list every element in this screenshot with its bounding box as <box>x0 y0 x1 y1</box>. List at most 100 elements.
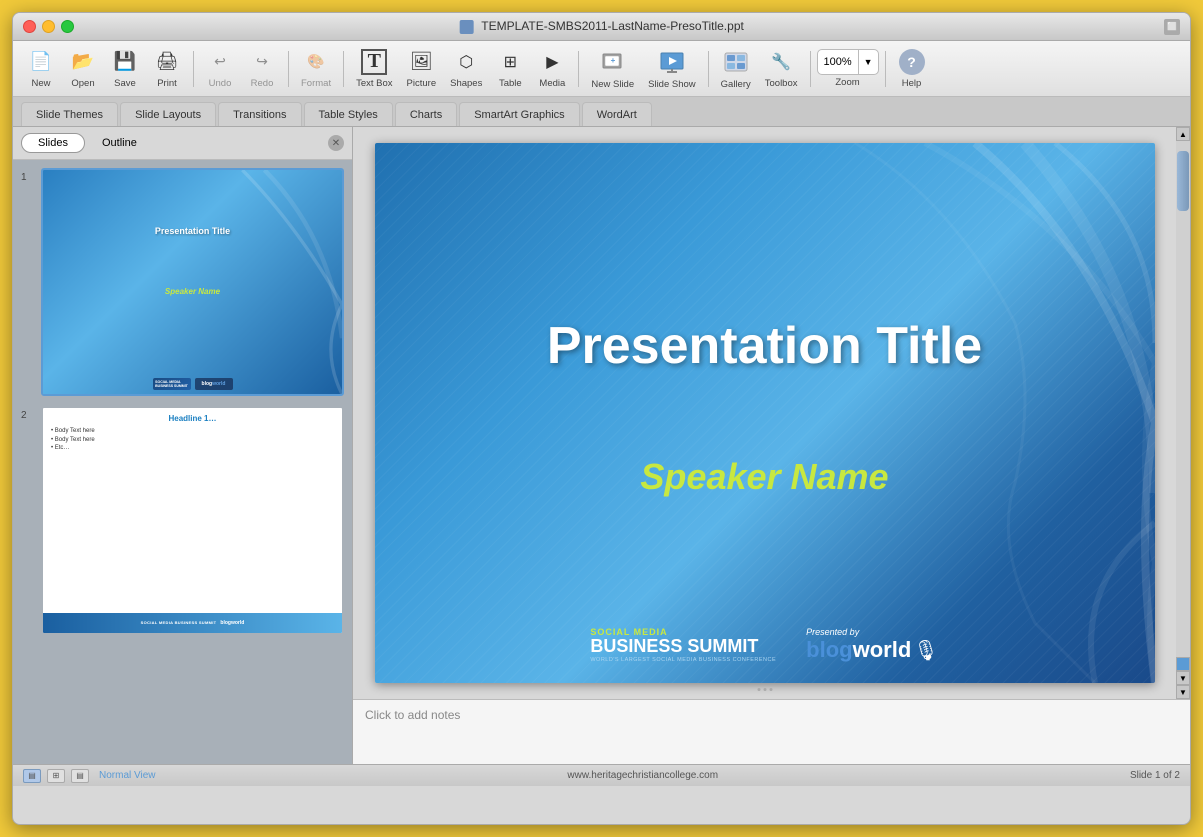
notes-area[interactable]: Click to add notes <box>353 699 1190 764</box>
tab-slide-layouts[interactable]: Slide Layouts <box>120 102 216 126</box>
status-bar: ▤ ⊞ ▤ Normal View www.heritagechristianc… <box>13 764 1190 786</box>
window-title-text: TEMPLATE-SMBS2011-LastName-PresoTitle.pp… <box>481 19 744 33</box>
slide-scrollbar-v[interactable]: ▲ ▼ ▼ <box>1176 127 1190 699</box>
gallery-button[interactable]: Gallery <box>715 45 757 93</box>
zoom-dropdown-arrow[interactable]: ▼ <box>859 50 878 74</box>
slide-thumbnail-2[interactable]: Headline 1… • Body Text here • Body Text… <box>41 406 344 634</box>
tab-wordart[interactable]: WordArt <box>582 102 652 126</box>
help-label: Help <box>902 78 922 89</box>
scroll-thumb[interactable] <box>1177 151 1189 211</box>
notes-placeholder: Click to add notes <box>365 708 460 722</box>
gallery-label: Gallery <box>721 79 751 90</box>
textbox-button[interactable]: T Text Box <box>350 45 398 93</box>
slide2-thumb-footer: SOCIAL MEDIA BUSINESS SUMMIT blogworld <box>43 613 342 633</box>
toolbar-sep-5 <box>708 51 709 87</box>
slide-speaker-name[interactable]: Speaker Name <box>640 456 888 498</box>
tab-charts[interactable]: Charts <box>395 102 457 126</box>
tab-slides[interactable]: Slides <box>21 133 85 153</box>
zoom-control[interactable]: 100% ▼ <box>817 49 879 75</box>
filmstrip-view-button[interactable]: ▤ <box>71 769 89 783</box>
blogworld-mic-icon: 🎙 <box>913 638 938 663</box>
shapes-button[interactable]: ⬡ Shapes <box>444 45 488 93</box>
redo-button[interactable]: ↪ Redo <box>242 45 282 93</box>
close-panel-button[interactable]: ✕ <box>328 135 344 151</box>
slide-thumb-1: 1 Presentation Title Speaker Name <box>21 168 344 396</box>
tab-smartart[interactable]: SmartArt Graphics <box>459 102 579 126</box>
scroll-down-arrow-3[interactable]: ▼ <box>1176 685 1190 699</box>
slide2-thumb-body: • Body Text here • Body Text here • Etc… <box>43 423 342 456</box>
zoom-group: 100% ▼ Zoom <box>817 49 879 88</box>
help-button[interactable]: ? Help <box>892 45 932 93</box>
new-button[interactable]: 📄 New <box>21 45 61 93</box>
zoom-label: Zoom <box>835 77 859 88</box>
open-button[interactable]: 📂 Open <box>63 45 103 93</box>
slide1-background: Presentation Title Speaker Name SOCIAL M… <box>43 170 342 394</box>
slide-canvas-and-scroll: Presentation Title Speaker Name SOCIAL M… <box>353 127 1190 699</box>
gallery-icon <box>722 48 750 76</box>
tab-outline[interactable]: Outline <box>85 133 154 153</box>
slide-thumbnail-1[interactable]: Presentation Title Speaker Name SOCIAL M… <box>41 168 344 396</box>
blogworld-logo: blogworld 🎙 <box>806 637 939 663</box>
slide2-background: Headline 1… • Body Text here • Body Text… <box>43 408 342 632</box>
redo-label: Redo <box>251 78 274 89</box>
scroll-down-arrow-2[interactable]: ▼ <box>1176 671 1190 685</box>
redo-icon: ↪ <box>248 49 276 75</box>
resize-dot-1 <box>757 688 760 691</box>
normal-view-button[interactable]: ▤ <box>23 769 41 783</box>
toolbox-button[interactable]: 🔧 Toolbox <box>759 45 804 93</box>
slide-thumb-inner-1: Presentation Title Speaker Name SOCIAL M… <box>43 170 342 394</box>
picture-button[interactable]: 🖼 Picture <box>401 45 443 93</box>
shapes-label: Shapes <box>450 78 482 89</box>
table-button[interactable]: ⊞ Table <box>490 45 530 93</box>
scroll-up-arrow[interactable]: ▲ <box>1176 127 1190 141</box>
slideshow-button[interactable]: Slide Show <box>642 45 702 93</box>
slide1-logo-smbs: SOCIAL MEDIABUSINESS SUMMIT <box>153 378 191 390</box>
window-resize-icon[interactable]: ⬜ <box>1164 19 1180 35</box>
slide-canvas-wrapper[interactable]: Presentation Title Speaker Name SOCIAL M… <box>353 127 1176 699</box>
media-label: Media <box>539 78 565 89</box>
smbs-label-sub: WORLD'S LARGEST SOCIAL MEDIA BUSINESS CO… <box>590 657 776 663</box>
toolbar-sep-4 <box>578 51 579 87</box>
picture-label: Picture <box>407 78 437 89</box>
toolbox-icon: 🔧 <box>767 49 795 75</box>
tab-table-styles[interactable]: Table Styles <box>304 102 393 126</box>
close-button[interactable] <box>23 20 36 33</box>
save-button[interactable]: 💾 Save <box>105 45 145 93</box>
undo-button[interactable]: ↩ Undo <box>200 45 240 93</box>
print-button[interactable]: 🖨 Print <box>147 45 187 93</box>
slide-main-title[interactable]: Presentation Title <box>414 316 1116 376</box>
format-button[interactable]: 🎨 Format <box>295 45 337 93</box>
textbox-icon: T <box>361 49 387 75</box>
window-title: TEMPLATE-SMBS2011-LastName-PresoTitle.pp… <box>459 19 744 34</box>
slide-thumb-inner-2: Headline 1… • Body Text here • Body Text… <box>43 408 342 632</box>
scroll-down-arrow-1[interactable] <box>1176 657 1190 671</box>
format-icon: 🎨 <box>302 49 330 75</box>
tab-slide-themes[interactable]: Slide Themes <box>21 102 118 126</box>
slide-panel-tabs: Slides Outline ✕ <box>13 127 352 160</box>
slide-num-2: 2 <box>21 410 33 421</box>
slide-diagonal-lines <box>375 143 1155 683</box>
slide-resize-dots <box>757 688 772 691</box>
blogworld-text: blogworld <box>806 637 911 663</box>
tab-transitions[interactable]: Transitions <box>218 102 301 126</box>
new-icon: 📄 <box>27 49 55 75</box>
new-label: New <box>31 78 50 89</box>
open-label: Open <box>71 78 94 89</box>
slideshow-label: Slide Show <box>648 79 696 90</box>
slide-info: Slide 1 of 2 <box>1130 770 1180 781</box>
media-button[interactable]: ▶ Media <box>532 45 572 93</box>
slide-canvas[interactable]: Presentation Title Speaker Name SOCIAL M… <box>375 143 1155 683</box>
save-icon: 💾 <box>111 49 139 75</box>
minimize-button[interactable] <box>42 20 55 33</box>
toolbar-sep-1 <box>193 51 194 87</box>
shapes-icon: ⬡ <box>452 49 480 75</box>
slide-area: Presentation Title Speaker Name SOCIAL M… <box>353 127 1190 764</box>
toolbox-label: Toolbox <box>765 78 798 89</box>
newslide-button[interactable]: + New Slide <box>585 45 640 93</box>
maximize-button[interactable] <box>61 20 74 33</box>
grid-view-button[interactable]: ⊞ <box>47 769 65 783</box>
toolbar-sep-3 <box>343 51 344 87</box>
status-left: ▤ ⊞ ▤ Normal View <box>23 769 156 783</box>
slide-logo-smbs: SOCIAL MEDIA BUSINESS SUMMIT WORLD'S LAR… <box>590 627 776 663</box>
scroll-track[interactable] <box>1176 141 1190 657</box>
